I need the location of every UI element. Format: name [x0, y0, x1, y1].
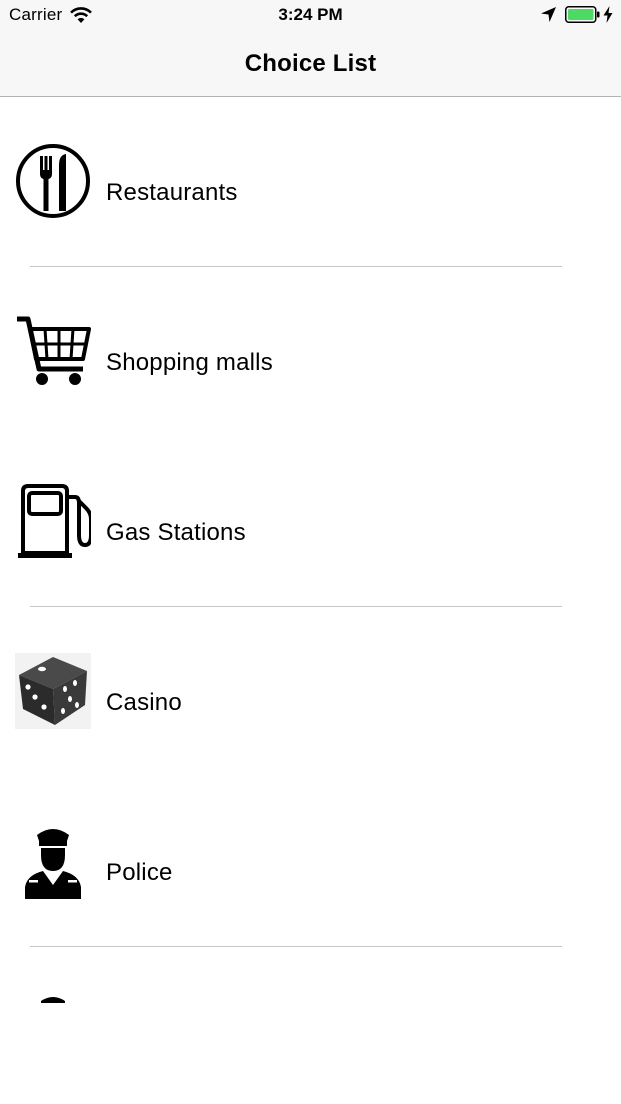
choice-label: Casino: [106, 689, 182, 716]
choice-row-gas-stations[interactable]: Gas Stations: [0, 437, 621, 607]
charging-bolt-icon: [603, 6, 613, 23]
dice-icon: [15, 653, 91, 729]
battery-icon: [565, 6, 600, 23]
choice-label: Shopping malls: [106, 349, 273, 376]
restaurant-icon: [16, 144, 90, 218]
page-title: Choice List: [244, 50, 377, 77]
choice-row-police[interactable]: Police: [0, 777, 621, 947]
partial-icon: [41, 997, 65, 1003]
choice-label: Restaurants: [106, 179, 238, 206]
choice-label: Gas Stations: [106, 519, 246, 546]
location-arrow-icon: [541, 7, 556, 22]
choice-row-shopping-malls[interactable]: Shopping malls: [0, 267, 621, 437]
choice-label: Police: [106, 859, 173, 886]
police-officer-icon: [25, 829, 81, 899]
status-right: [540, 6, 613, 23]
status-time: 3:24 PM: [278, 5, 343, 24]
shopping-cart-icon: [17, 316, 91, 385]
status-bar: Carrier 3:24 PM: [0, 0, 621, 32]
choice-row-restaurants[interactable]: Restaurants: [0, 97, 621, 267]
choice-row-casino[interactable]: Casino: [0, 607, 621, 777]
gas-pump-icon: [18, 484, 91, 558]
navigation-bar: Choice List: [0, 32, 621, 97]
choice-list: Restaurants Shopping malls Gas Stations: [0, 97, 621, 1003]
choice-row-partial[interactable]: [0, 947, 621, 1003]
